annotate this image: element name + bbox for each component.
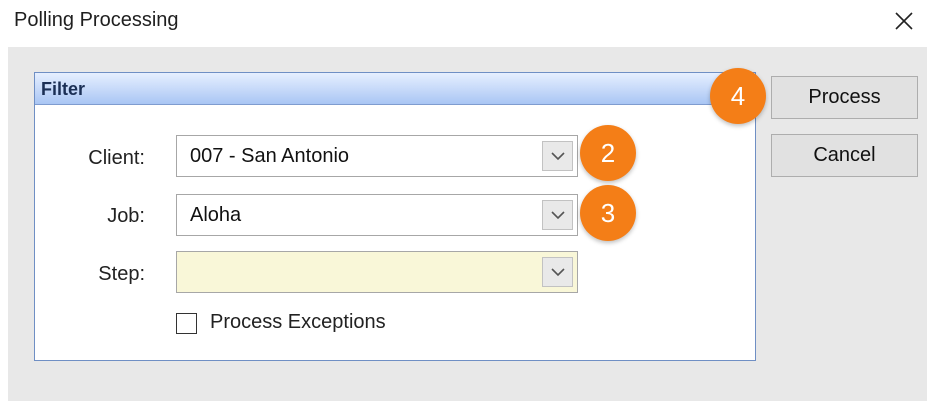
chevron-down-icon (551, 268, 565, 277)
step-dropdown[interactable] (176, 251, 578, 293)
callout-badge-2: 2 (580, 125, 636, 181)
process-exceptions-checkbox[interactable] (176, 313, 197, 334)
window-title: Polling Processing (14, 9, 179, 31)
chevron-down-icon (551, 152, 565, 161)
client-dropdown[interactable]: 007 - San Antonio (176, 135, 578, 177)
job-dropdown-button[interactable] (542, 200, 573, 230)
job-label: Job: (107, 205, 145, 227)
job-dropdown[interactable]: Aloha (176, 194, 578, 236)
chevron-down-icon (551, 211, 565, 220)
callout-badge-4: 4 (710, 68, 766, 124)
client-dropdown-button[interactable] (542, 141, 573, 171)
cancel-button[interactable]: Cancel (771, 134, 918, 177)
process-button[interactable]: Process (771, 76, 918, 119)
filter-title: Filter (41, 79, 86, 99)
close-button[interactable] (887, 4, 921, 38)
step-label: Step: (98, 263, 145, 285)
job-value: Aloha (190, 204, 242, 226)
callout-badge-3: 3 (580, 185, 636, 241)
process-exceptions-label[interactable]: Process Exceptions (210, 311, 386, 334)
filter-header: Filter (35, 73, 755, 105)
title-bar: Polling Processing (0, 0, 927, 47)
client-label: Client: (88, 147, 145, 169)
step-dropdown-button[interactable] (542, 257, 573, 287)
filter-groupbox: Filter Client: 007 - San Antonio Job: Al… (34, 72, 756, 361)
close-icon (895, 12, 913, 30)
client-value: 007 - San Antonio (190, 145, 350, 167)
